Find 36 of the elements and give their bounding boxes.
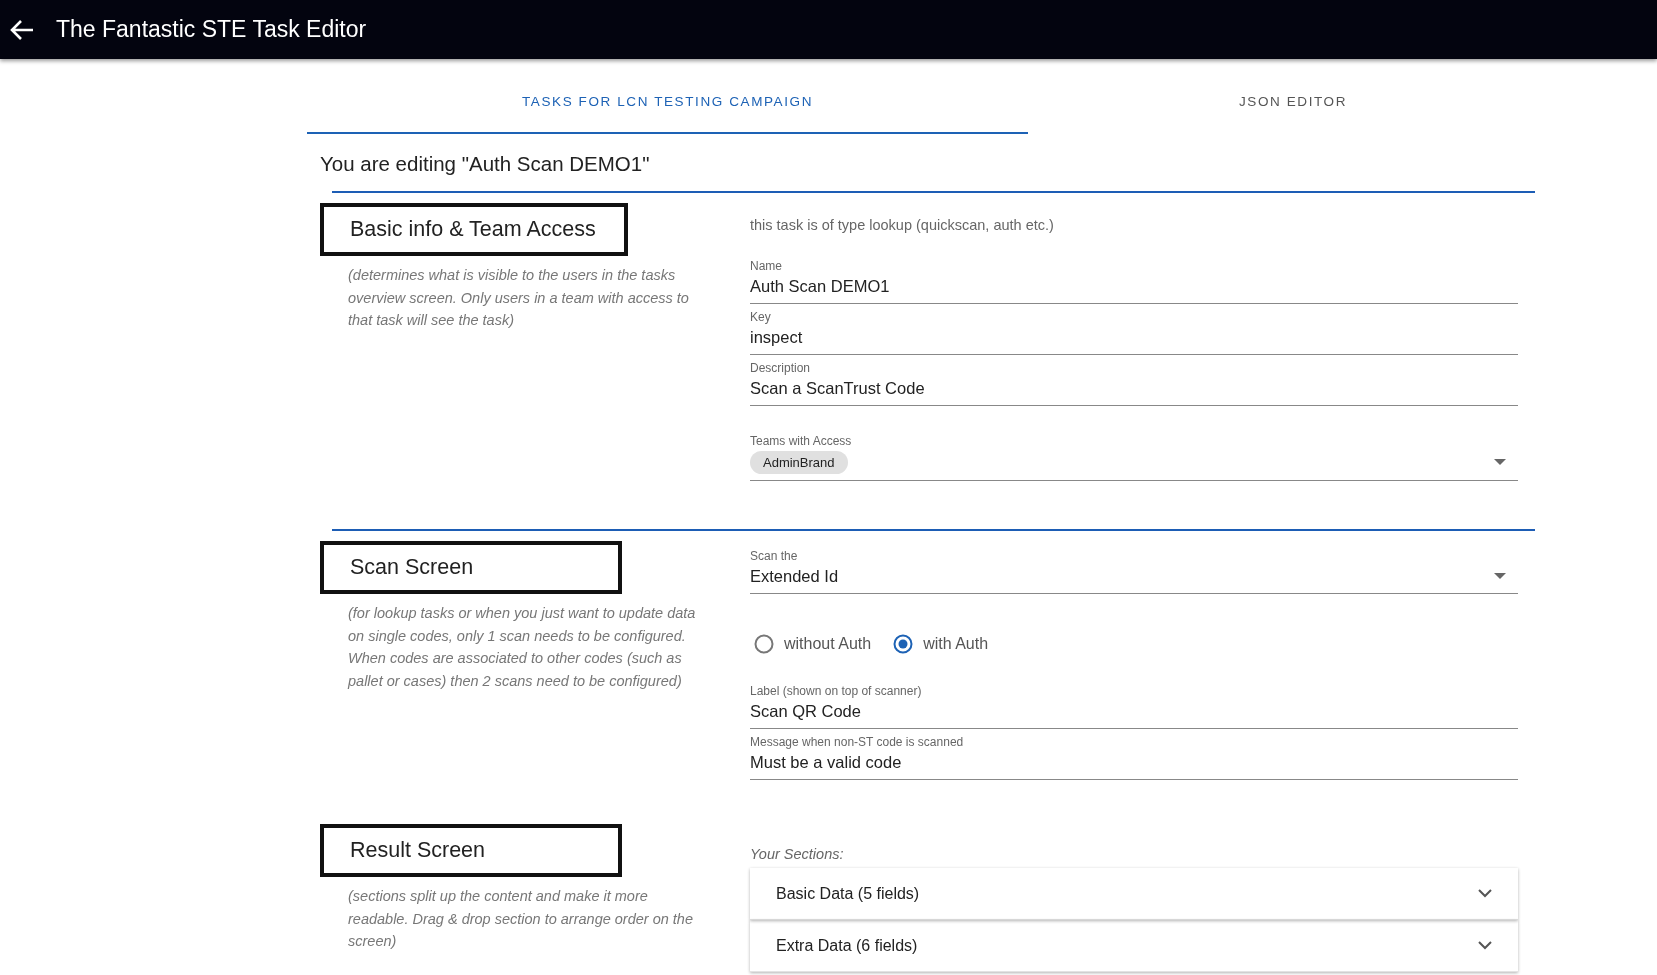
- dropdown[interactable]: Extended Id: [750, 564, 1518, 594]
- section-title: Scan Screen: [320, 541, 622, 594]
- page-heading: You are editing "Auth Scan DEMO1": [320, 152, 651, 176]
- text-field[interactable]: Auth Scan DEMO1: [750, 274, 1518, 304]
- text-field[interactable]: Must be a valid code: [750, 750, 1518, 780]
- text-field[interactable]: Scan a ScanTrust Code: [750, 376, 1518, 406]
- field-label: Name: [750, 259, 783, 274]
- section-description: (determines what is visible to the users in the tasks overview screen. Only users in a team with access to that task will see the task): [348, 266, 690, 330]
- field-label: Description: [750, 361, 812, 376]
- team-chip: AdminBrand: [750, 451, 848, 474]
- section-title: Basic info & Team Access: [320, 203, 628, 256]
- field-label: Scan the: [750, 549, 799, 564]
- text-field[interactable]: Scan QR Code: [750, 699, 1518, 729]
- expansion-panel[interactable]: Extra Data (6 fields): [750, 920, 1518, 972]
- chevron-down-icon: [1478, 941, 1492, 950]
- chevron-down-icon: [1478, 889, 1492, 898]
- app-title: The Fantastic STE Task Editor: [56, 16, 367, 43]
- type-note: this task is of type lookup (quickscan, auth etc.): [750, 217, 1055, 233]
- text-field[interactable]: inspect: [750, 325, 1518, 355]
- caret-icon: [1494, 573, 1506, 579]
- field-label: Teams with Access: [750, 434, 853, 449]
- dropdown[interactable]: AdminBrand: [750, 449, 1518, 481]
- field-label: Key: [750, 310, 772, 325]
- tab[interactable]: TASKS FOR LCN TESTING CAMPAIGN: [307, 59, 1028, 134]
- section-description: (sections split up the content and make it more readable. Drag & drop section to arrange order on the screen): [348, 887, 694, 951]
- field-label: Message when non-ST code is scanned: [750, 735, 965, 750]
- field-label: Label (shown on top of scanner): [750, 684, 923, 699]
- section-description: (for lookup tasks or when you just want to update data on single codes, only 1 scan needs to be configured. When codes are associated to other codes (such as pallet or cases) then 2 scans need to be configured): [348, 604, 697, 691]
- back-arrow-icon[interactable]: [10, 18, 34, 41]
- tab[interactable]: JSON EDITOR: [1028, 59, 1558, 134]
- expansion-panel[interactable]: Basic Data (5 fields): [750, 868, 1518, 920]
- section-title: Result Screen: [320, 824, 622, 877]
- sections-label: Your Sections:: [750, 846, 845, 862]
- caret-icon: [1494, 459, 1506, 465]
- radio-option[interactable]: with Auth: [893, 634, 989, 654]
- radio-option[interactable]: without Auth: [754, 634, 872, 654]
